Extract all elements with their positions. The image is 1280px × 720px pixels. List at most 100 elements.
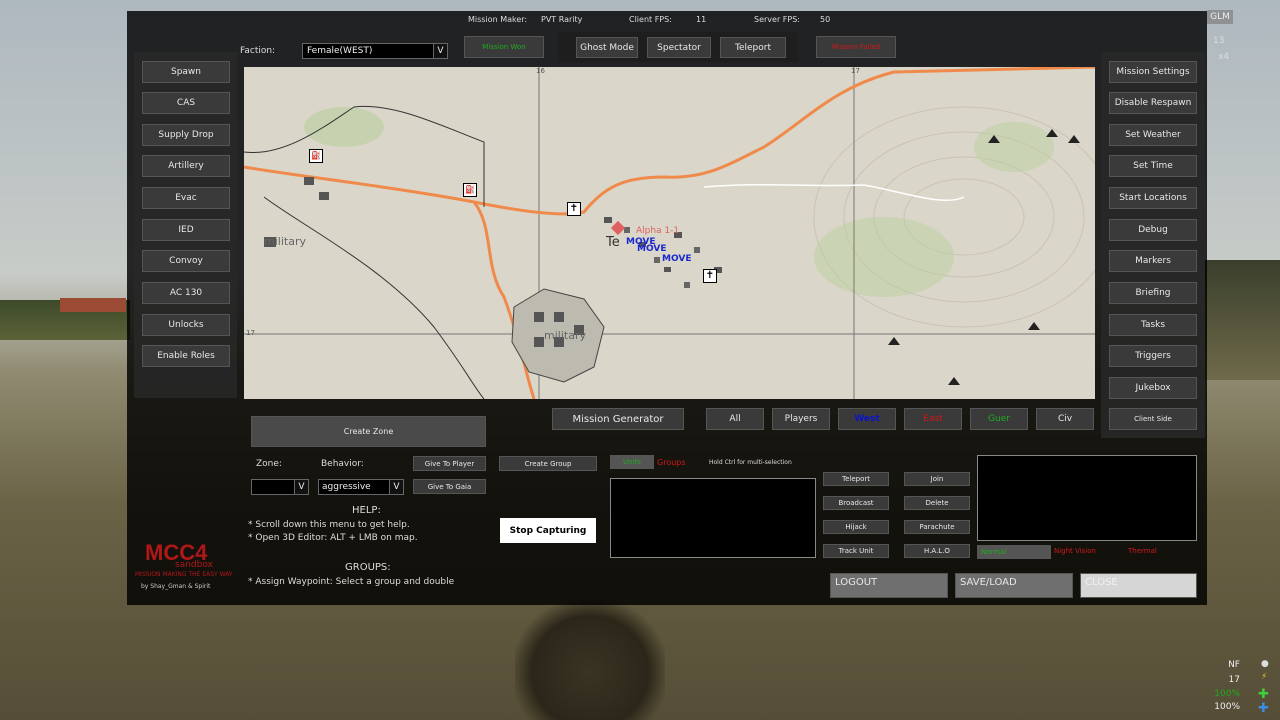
filter-west-button[interactable]: West [838, 408, 896, 430]
player-soldier [515, 600, 665, 720]
grid-label: 16 [536, 67, 545, 75]
ammo-count: 13 [1213, 36, 1225, 46]
ac130-button[interactable]: AC 130 [142, 282, 230, 304]
faction-dropdown[interactable]: Female(WEST) V [302, 43, 448, 59]
spawn-button[interactable]: Spawn [142, 61, 230, 83]
groups-title: GROUPS: [345, 562, 391, 573]
groups-tab[interactable]: Groups [657, 458, 686, 467]
server-fps-label: Server FPS: [754, 15, 800, 24]
logo-authors: by Shay_Gman & Spirit [141, 583, 211, 590]
teleport-unit-button[interactable]: Teleport [823, 472, 889, 486]
church-icon: ✝ [703, 269, 717, 283]
track-unit-button[interactable]: Track Unit [823, 544, 889, 558]
give-to-player-button[interactable]: Give To Player [413, 456, 486, 471]
evac-button[interactable]: Evac [142, 187, 230, 209]
zone-dropdown[interactable]: V [251, 479, 309, 495]
stop-capturing-button[interactable]: Stop Capturing [500, 518, 596, 543]
delete-button[interactable]: Delete [904, 496, 970, 510]
set-time-button[interactable]: Set Time [1109, 155, 1197, 177]
map-town-label: military [264, 235, 306, 248]
logo-tagline: MISSION MAKING THE EASY WAY [135, 571, 233, 578]
grid-label: 17 [851, 67, 860, 75]
magazine-count: x4 [1218, 52, 1230, 62]
background-trees-right [1205, 260, 1280, 380]
waypoint-move-label: MOVE [637, 244, 667, 254]
create-zone-button[interactable]: Create Zone [251, 416, 486, 447]
chevron-down-icon: V [294, 480, 308, 494]
filter-players-button[interactable]: Players [772, 408, 830, 430]
chevron-down-icon: V [389, 480, 403, 494]
mcc-logo: MCC4 sandbox MISSION MAKING THE EASY WAY… [135, 540, 243, 596]
units-tab[interactable]: Units [610, 455, 654, 469]
help-line: * Open 3D Editor: ALT + LMB on map. [248, 533, 418, 543]
server-fps-value: 50 [820, 15, 831, 24]
cas-button[interactable]: CAS [142, 92, 230, 114]
supply-drop-button[interactable]: Supply Drop [142, 124, 230, 146]
filter-guer-button[interactable]: Guer [970, 408, 1028, 430]
behavior-dropdown[interactable]: aggressive V [318, 479, 404, 495]
ied-button[interactable]: IED [142, 219, 230, 241]
vision-thermal-button[interactable]: Thermal [1128, 547, 1157, 555]
faction-label: Faction: [240, 46, 276, 56]
camera-preview [977, 455, 1197, 541]
fuel-station-icon: ⛽ [463, 183, 477, 197]
parachute-button[interactable]: Parachute [904, 520, 970, 534]
enable-roles-button[interactable]: Enable Roles [142, 345, 230, 367]
disable-respawn-button[interactable]: Disable Respawn [1109, 92, 1197, 114]
multiselect-hint: Hold Ctrl for multi-selection [709, 459, 792, 466]
start-locations-button[interactable]: Start Locations [1109, 187, 1197, 209]
church-icon: ✝ [567, 202, 581, 216]
faction-value: Female(WEST) [307, 46, 373, 56]
vision-normal-button[interactable]: Normal [977, 545, 1051, 559]
client-side-button[interactable]: Client Side [1109, 408, 1197, 430]
ghost-mode-button[interactable]: Ghost Mode [576, 37, 638, 58]
unlocks-button[interactable]: Unlocks [142, 314, 230, 336]
save-load-button[interactable]: SAVE/LOAD [955, 573, 1073, 598]
filter-east-button[interactable]: East [904, 408, 962, 430]
jukebox-button[interactable]: Jukebox [1109, 377, 1197, 399]
hud-health: 100% [1214, 689, 1240, 699]
set-weather-button[interactable]: Set Weather [1109, 124, 1197, 146]
mission-settings-button[interactable]: Mission Settings [1109, 61, 1197, 83]
debug-button[interactable]: Debug [1109, 219, 1197, 241]
hud-stamina: 100% [1214, 702, 1240, 712]
tasks-button[interactable]: Tasks [1109, 314, 1197, 336]
filter-all-button[interactable]: All [706, 408, 764, 430]
mission-generator-button[interactable]: Mission Generator [552, 408, 684, 430]
chevron-down-icon: V [433, 44, 447, 58]
mission-won-button[interactable]: Mission Won [464, 36, 544, 58]
briefing-button[interactable]: Briefing [1109, 282, 1197, 304]
broadcast-button[interactable]: Broadcast [823, 496, 889, 510]
tactical-map[interactable]: ⛽ ⛽ ✝ ✝ military military Te Alpha 1-1 M… [244, 67, 1095, 399]
markers-button[interactable]: Markers [1109, 250, 1197, 272]
mission-failed-button[interactable]: Mission Failed [816, 36, 896, 58]
give-to-gaia-button[interactable]: Give To Gaia [413, 479, 486, 494]
map-town-label: military [544, 329, 586, 342]
artillery-button[interactable]: Artillery [142, 155, 230, 177]
behavior-value: aggressive [322, 482, 371, 492]
teleport-button[interactable]: Teleport [720, 37, 786, 58]
grid-label: 17 [246, 329, 255, 337]
client-fps-value: 11 [696, 15, 707, 24]
convoy-button[interactable]: Convoy [142, 250, 230, 272]
background-roof [60, 298, 126, 312]
create-group-button[interactable]: Create Group [499, 456, 597, 471]
logout-button[interactable]: LOGOUT [830, 573, 948, 598]
group-label: Alpha 1-1 [636, 226, 680, 236]
hud-nf: NF [1228, 660, 1240, 670]
spectator-button[interactable]: Spectator [647, 37, 711, 58]
units-list[interactable] [610, 478, 816, 558]
bolt-icon: ⚡ [1261, 672, 1268, 682]
zone-label: Zone: [256, 459, 282, 469]
halo-button[interactable]: H.A.L.O [904, 544, 970, 558]
close-button[interactable]: CLOSE [1080, 573, 1197, 598]
client-fps-label: Client FPS: [629, 15, 672, 24]
filter-civ-button[interactable]: Civ [1036, 408, 1094, 430]
hijack-button[interactable]: Hijack [823, 520, 889, 534]
help-title: HELP: [352, 505, 381, 516]
behavior-label: Behavior: [321, 459, 364, 469]
join-button[interactable]: Join [904, 472, 970, 486]
mission-maker-label: Mission Maker: [468, 15, 528, 24]
vision-night-button[interactable]: Night Vision [1054, 547, 1096, 555]
triggers-button[interactable]: Triggers [1109, 345, 1197, 367]
